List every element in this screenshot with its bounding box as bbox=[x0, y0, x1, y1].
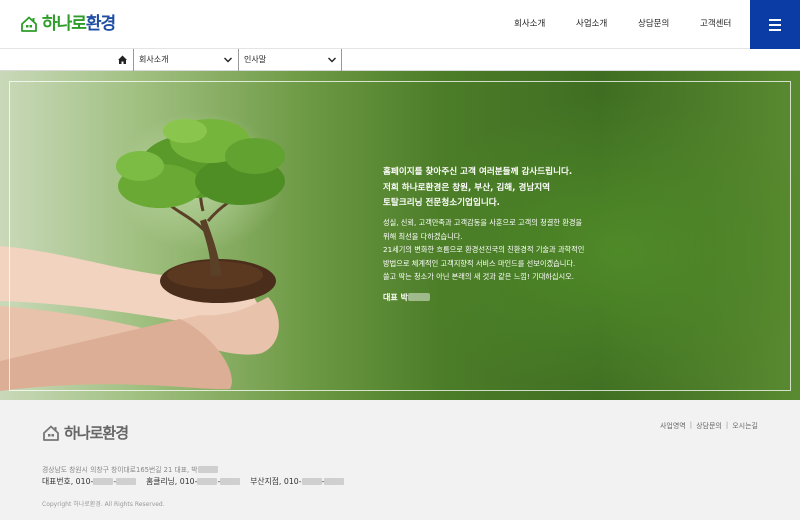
footer-link-directions[interactable]: 오시는길 bbox=[732, 421, 758, 431]
site-header: 하나로환경 회사소개 사업소개 상담문의 고객센터 bbox=[0, 0, 800, 49]
footer-address: 경상남도 창원시 의창구 창이대로165번길 21 대표, 박 bbox=[42, 464, 218, 474]
greeting-body-line: 위해 최선을 다하겠습니다. bbox=[383, 231, 463, 241]
home-icon bbox=[118, 55, 127, 64]
footer-logo[interactable]: 하나로환경 bbox=[42, 422, 129, 443]
footer-links: 사업영역 | 상담문의 | 오시는길 bbox=[660, 421, 758, 431]
redacted-number bbox=[220, 478, 241, 485]
redacted-number bbox=[93, 478, 114, 485]
footer-address-text: 경상남도 창원시 의창구 창이대로165번길 21 대표, 박 bbox=[42, 466, 198, 474]
nav-business[interactable]: 사업소개 bbox=[576, 17, 607, 29]
hamburger-menu-button[interactable] bbox=[750, 0, 800, 49]
chevron-down-icon bbox=[328, 57, 336, 63]
greeting-headline-line: 홈페이지를 찾아주신 고객 여러분들께 감사드립니다. bbox=[383, 167, 573, 177]
ceo-signature-text: 대표 박 bbox=[383, 293, 408, 302]
redacted-name bbox=[197, 466, 218, 473]
menu-line-icon bbox=[769, 29, 781, 31]
logo-text: 하나로환경 bbox=[42, 14, 116, 34]
dropdown-page[interactable]: 인사말 bbox=[238, 49, 342, 71]
phone-busan: 부산지점, 010- bbox=[250, 477, 302, 486]
ceo-signature: 대표 박 bbox=[383, 292, 430, 303]
chevron-down-icon bbox=[224, 57, 232, 63]
house-logo-icon bbox=[43, 425, 59, 441]
divider bbox=[341, 49, 342, 71]
greeting-body-line: 방법으로 체계적인 고객지향적 서비스 마인드를 선보이겠습니다. bbox=[383, 258, 576, 268]
menu-line-icon bbox=[769, 24, 781, 26]
footer-phones: 대표번호, 010- - 홈클리닝, 010- - 부산지점, 010- - bbox=[42, 476, 345, 487]
nav-company[interactable]: 회사소개 bbox=[514, 17, 545, 29]
greeting-headline-line: 저희 하나로환경은 창원, 부산, 김해, 경남지역 bbox=[383, 182, 551, 193]
copyright: Copyright 하나로환경. All Rights Reserved. bbox=[42, 501, 165, 508]
greeting-headline: 홈페이지를 찾아주신 고객 여러분들께 감사드립니다. 저희 하나로환경은 창원… bbox=[383, 165, 572, 212]
greeting-body-line: 21세기의 변화한 흐름으로 환경선진국의 친환경적 기술과 과학적인 bbox=[383, 245, 585, 254]
location-bar: 회사소개 인사말 bbox=[0, 49, 800, 71]
site-logo[interactable]: 하나로환경 bbox=[20, 14, 116, 34]
house-logo-icon bbox=[21, 16, 37, 32]
footer-link-business[interactable]: 사업영역 bbox=[660, 421, 686, 431]
redacted-number bbox=[324, 478, 345, 485]
greeting-body-line: 성실, 신뢰, 고객만족과 고객감동을 사훈으로 고객의 청결한 환경을 bbox=[383, 218, 583, 227]
nav-consult[interactable]: 상담문의 bbox=[638, 17, 669, 29]
site-footer: 하나로환경 사업영역 | 상담문의 | 오시는길 경상남도 창원시 의창구 창이… bbox=[0, 400, 800, 520]
menu-line-icon bbox=[769, 19, 781, 21]
link-separator: | bbox=[689, 421, 693, 429]
redacted-number bbox=[301, 478, 322, 485]
greeting-body: 성실, 신뢰, 고객만족과 고객감동을 사훈으로 고객의 청결한 환경을 위해 … bbox=[383, 216, 584, 284]
redacted-name bbox=[407, 293, 430, 301]
redacted-number bbox=[197, 478, 218, 485]
dropdown-page-label: 인사말 bbox=[244, 55, 267, 64]
redacted-number bbox=[116, 478, 137, 485]
hero-banner: 홈페이지를 찾아주신 고객 여러분들께 감사드립니다. 저희 하나로환경은 창원… bbox=[0, 71, 800, 400]
footer-link-consult[interactable]: 상담문의 bbox=[696, 421, 722, 431]
nav-customer-center[interactable]: 고객센터 bbox=[700, 17, 731, 29]
phone-homecleaning: 홈클리닝, 010- bbox=[146, 477, 198, 486]
greeting-body-line: 쓸고 딱는 청소가 아닌 본래의 새 것과 같은 느낌! 기대하십시오. bbox=[383, 272, 575, 281]
link-separator: | bbox=[725, 421, 729, 429]
footer-logo-text: 하나로환경 bbox=[64, 424, 129, 442]
dropdown-category-label: 회사소개 bbox=[139, 55, 169, 64]
greeting-headline-line: 토탈크리닝 전문청소기업입니다. bbox=[383, 198, 500, 208]
phone-main: 대표번호, 010- bbox=[42, 477, 94, 486]
dropdown-category[interactable]: 회사소개 bbox=[133, 49, 238, 71]
home-button[interactable] bbox=[112, 49, 133, 71]
